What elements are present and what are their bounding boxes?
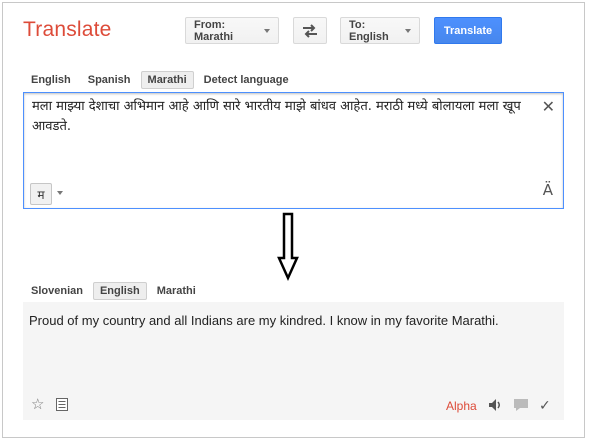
source-language-bar: English Spanish Marathi Detect language [24,71,299,89]
from-language-label: From: Marathi [194,18,234,43]
to-language-dropdown[interactable]: To: English [340,17,420,44]
target-tab-english[interactable]: English [92,282,147,300]
target-tab-slovenian[interactable]: Slovenian [24,282,90,300]
source-textarea[interactable]: मला माझ्या देशाचा अभिमान आहे आणि सारे भा… [23,92,564,209]
star-icon[interactable]: ☆ [31,395,44,413]
from-language-dropdown[interactable]: From: Marathi [185,17,279,44]
source-text[interactable]: मला माझ्या देशाचा अभिमान आहे आणि सारे भा… [32,97,537,137]
source-tab-marathi[interactable]: Marathi [140,71,194,89]
swap-icon [303,23,317,38]
translation-text[interactable]: Proud of my country and all Indians are … [29,312,554,330]
translate-button[interactable]: Translate [434,17,502,44]
alpha-label[interactable]: Alpha [446,399,477,413]
chevron-down-icon [405,28,411,33]
down-arrow-annotation [277,212,299,282]
swap-languages-button[interactable] [293,17,327,44]
target-language-bar: Slovenian English Marathi [24,282,206,300]
source-tab-detect-language[interactable]: Detect language [197,71,296,89]
app-logo[interactable]: Translate [23,18,112,42]
check-icon[interactable]: ✓ [539,397,551,414]
target-tab-marathi[interactable]: Marathi [150,282,203,300]
speech-bubble-icon[interactable] [513,398,529,412]
source-tab-english[interactable]: English [24,71,78,89]
close-icon[interactable]: ✕ [542,97,555,117]
chevron-down-icon [264,28,270,33]
input-tools-button[interactable]: म [30,183,52,205]
translation-result-panel: Proud of my country and all Indians are … [23,302,564,420]
to-language-label: To: English [349,18,389,43]
source-tab-spanish[interactable]: Spanish [81,71,138,89]
accent-icon[interactable]: Ä [543,181,553,199]
speaker-icon[interactable] [487,397,503,413]
list-icon[interactable] [56,398,68,411]
chevron-down-icon[interactable] [57,191,63,195]
